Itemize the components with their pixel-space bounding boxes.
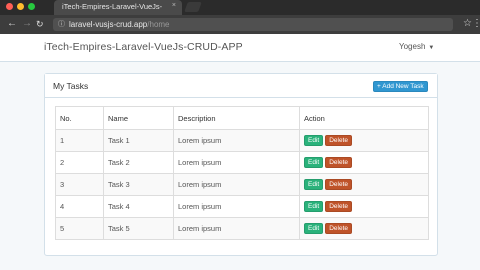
caret-down-icon: ▼ <box>428 45 435 51</box>
page-info-icon[interactable]: ⓘ <box>58 19 65 29</box>
tasks-table: No. Name Description Action 1 Task 1 Lor… <box>55 106 429 240</box>
table-row: 2 Task 2 Lorem ipsum Edit Delete <box>55 151 429 174</box>
cell-no: 4 <box>55 195 104 218</box>
table-row: 1 Task 1 Lorem ipsum Edit Delete <box>55 129 429 152</box>
table-header-row: No. Name Description Action <box>55 106 429 130</box>
app-brand[interactable]: iTech-Empires-Laravel-VueJs-CRUD-APP <box>44 41 243 53</box>
tasks-panel: My Tasks + Add New Task No. Name Descrip… <box>44 73 438 256</box>
browser-tab-bar: iTech-Empires-Laravel-VueJs-... × <box>0 0 480 15</box>
cell-action: Edit Delete <box>299 173 429 196</box>
cell-no: 1 <box>55 129 104 152</box>
cell-description: Lorem ipsum <box>173 129 300 152</box>
window-close-button[interactable] <box>6 3 13 10</box>
cell-no: 5 <box>55 217 104 240</box>
edit-button[interactable]: Edit <box>304 201 324 212</box>
table-row: 5 Task 5 Lorem ipsum Edit Delete <box>55 217 429 240</box>
url-host: laravel-vusjs-crud.app <box>69 20 148 29</box>
edit-button[interactable]: Edit <box>304 179 324 190</box>
user-dropdown[interactable]: Yogesh ▼ <box>399 42 434 51</box>
cell-action: Edit Delete <box>299 217 429 240</box>
cell-no: 3 <box>55 173 104 196</box>
delete-button[interactable]: Delete <box>325 135 352 146</box>
tab-close-icon[interactable]: × <box>172 2 176 9</box>
cell-description: Lorem ipsum <box>173 151 300 174</box>
header-no: No. <box>55 106 104 130</box>
browser-tab-title: iTech-Empires-Laravel-VueJs-... <box>62 2 162 11</box>
url-path: /home <box>147 20 170 29</box>
app-navbar: iTech-Empires-Laravel-VueJs-CRUD-APP Yog… <box>0 34 480 62</box>
header-description: Description <box>173 106 300 130</box>
cell-description: Lorem ipsum <box>173 217 300 240</box>
cell-name: Task 1 <box>103 129 174 152</box>
cell-name: Task 5 <box>103 217 174 240</box>
cell-action: Edit Delete <box>299 151 429 174</box>
cell-no: 2 <box>55 151 104 174</box>
table-row: 4 Task 4 Lorem ipsum Edit Delete <box>55 195 429 218</box>
user-name: Yogesh <box>399 42 426 51</box>
delete-button[interactable]: Delete <box>325 179 352 190</box>
cell-name: Task 2 <box>103 151 174 174</box>
edit-button[interactable]: Edit <box>304 135 324 146</box>
address-url[interactable]: laravel-vusjs-crud.app/home <box>69 20 170 29</box>
window-minimize-button[interactable] <box>17 3 24 10</box>
cell-name: Task 4 <box>103 195 174 218</box>
new-tab-button[interactable] <box>184 2 202 12</box>
header-name: Name <box>103 106 174 130</box>
cell-description: Lorem ipsum <box>173 173 300 196</box>
edit-button[interactable]: Edit <box>304 157 324 168</box>
star-icon[interactable]: ☆ <box>463 18 472 29</box>
forward-arrow-icon[interactable]: → <box>22 18 32 30</box>
panel-heading: My Tasks + Add New Task <box>45 74 437 98</box>
add-task-button[interactable]: + Add New Task <box>373 81 428 92</box>
back-arrow-icon[interactable]: ← <box>7 18 17 30</box>
reload-icon[interactable]: ↻ <box>36 18 44 30</box>
table-row: 3 Task 3 Lorem ipsum Edit Delete <box>55 173 429 196</box>
window-maximize-button[interactable] <box>28 3 35 10</box>
browser-tab[interactable]: iTech-Empires-Laravel-VueJs-... × <box>54 0 182 15</box>
panel-title: My Tasks <box>53 81 89 91</box>
cell-action: Edit Delete <box>299 195 429 218</box>
delete-button[interactable]: Delete <box>325 157 352 168</box>
cell-description: Lorem ipsum <box>173 195 300 218</box>
delete-button[interactable]: Delete <box>325 223 352 234</box>
browser-toolbar: ← → ↻ ⓘ laravel-vusjs-crud.app/home ☆ ⋮ <box>0 15 480 34</box>
kebab-menu-icon[interactable]: ⋮ <box>472 18 480 29</box>
edit-button[interactable]: Edit <box>304 223 324 234</box>
cell-name: Task 3 <box>103 173 174 196</box>
delete-button[interactable]: Delete <box>325 201 352 212</box>
address-bar[interactable]: ⓘ laravel-vusjs-crud.app/home <box>53 18 453 31</box>
header-action: Action <box>299 106 429 130</box>
cell-action: Edit Delete <box>299 129 429 152</box>
